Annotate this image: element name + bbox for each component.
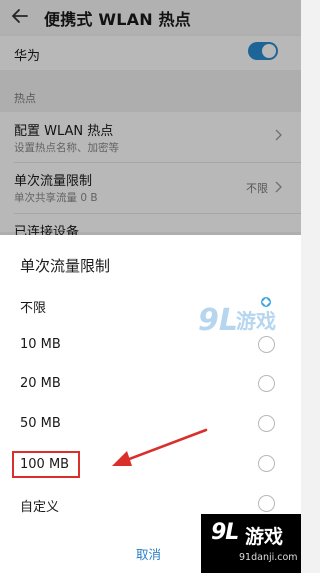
radio-button[interactable] — [258, 375, 275, 392]
radio-button[interactable] — [258, 495, 275, 512]
option-label: 自定义 — [20, 500, 60, 515]
watermark-badge: 9L 游戏 91danji.com — [201, 514, 301, 573]
watermark-number: 9L — [211, 520, 239, 545]
dim-overlay — [0, 0, 301, 235]
svg-text:9L: 9L — [198, 303, 238, 338]
dialog-title: 单次流量限制 — [20, 257, 111, 275]
option-50mb[interactable]: 50 MB — [0, 404, 301, 444]
option-label: 不限 — [20, 301, 47, 316]
option-label: 10 MB — [20, 337, 61, 352]
annotation-highlight-box — [12, 451, 80, 478]
watermark-url: 91danji.com — [239, 552, 298, 563]
option-label: 50 MB — [20, 416, 61, 431]
watermark-text: 游戏 — [245, 526, 284, 548]
svg-text:游戏: 游戏 — [236, 309, 276, 333]
watermark-logo: 9L 游戏 — [198, 297, 276, 338]
cancel-button[interactable]: 取消 — [136, 544, 161, 563]
radio-button[interactable] — [258, 455, 275, 472]
radio-button[interactable] — [258, 336, 275, 353]
radio-button[interactable] — [258, 415, 275, 432]
option-label: 20 MB — [20, 376, 61, 391]
option-20mb[interactable]: 20 MB — [0, 364, 301, 404]
